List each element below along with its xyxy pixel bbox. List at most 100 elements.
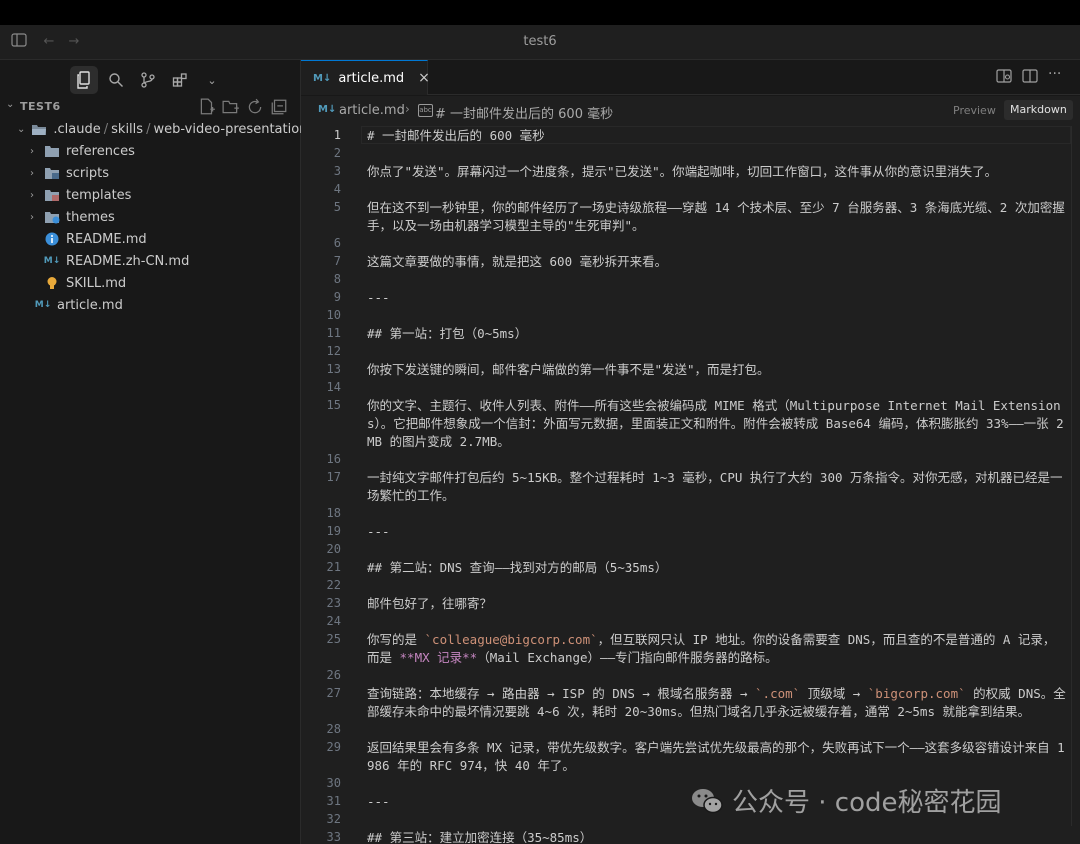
breadcrumb-file[interactable]: article.md (339, 103, 405, 118)
line-number: 9 (333, 290, 341, 304)
editor-line: 你写的是 `colleague@bigcorp.com`，但互联网只认 IP 地… (367, 631, 1067, 667)
path-segment: .claude (53, 121, 101, 137)
markdown-icon: M↓ (313, 72, 332, 84)
new-folder-icon[interactable] (222, 98, 240, 116)
line-number: 3 (333, 164, 341, 178)
split-editor-icon[interactable] (1022, 68, 1038, 84)
editor[interactable]: 1 2 3 4 5 6 7 8 9 10 11 12 13 14 15 16 17 18 19 20 21 22 23 24 2… (301, 124, 1080, 844)
line-number: 1 (333, 128, 341, 142)
editor-line: ## 第三站：建立加密连接（35~85ms） (367, 829, 1067, 844)
tree-item-templates[interactable]: › templates (0, 184, 300, 206)
editor-line: 你的文字、主题行、收件人列表、附件——所有这些会被编码成 MIME 格式（Mul… (367, 397, 1067, 451)
more-actions-icon[interactable]: ··· (1048, 67, 1064, 84)
chevron-right-icon: › (30, 211, 34, 223)
line-text: （Mail Exchange）——专门指向邮件服务器的路标。 (477, 650, 778, 665)
line-number: 6 (333, 236, 341, 250)
editor-line: --- (367, 289, 1067, 307)
tab-article[interactable]: M↓ article.md × (301, 60, 430, 95)
tree-item-label: README.md (66, 231, 147, 247)
editor-line: # 一封邮件发出后的 600 毫秒 (367, 127, 1067, 145)
editor-line: 查询链路：本地缓存 → 路由器 → ISP 的 DNS → 根域名服务器 → `… (367, 685, 1067, 721)
tree-item-readme[interactable]: README.md (0, 228, 300, 250)
line-text: --- (367, 290, 390, 305)
line-text: 你写的是 (367, 632, 425, 647)
line-number: 2 (333, 146, 341, 160)
path-separator: / (103, 121, 109, 137)
line-number: 27 (326, 686, 341, 700)
close-icon[interactable]: × (418, 70, 430, 86)
tree-item-readme-zh[interactable]: M↓ README.zh-CN.md (0, 250, 300, 272)
tree-item-label: article.md (57, 297, 123, 313)
open-preview-icon[interactable] (996, 68, 1012, 84)
tree-item-references[interactable]: › references (0, 140, 300, 162)
new-file-icon[interactable] (198, 98, 216, 116)
wechat-icon (692, 788, 723, 813)
line-number: 12 (326, 344, 341, 358)
line-text: 但在这不到一秒钟里，你的邮件经历了一场史诗级旅程——穿越 14 个技术层、至少 … (367, 200, 1065, 233)
line-number: 5 (333, 200, 341, 214)
line-number: 7 (333, 254, 341, 268)
line-number: 31 (326, 794, 341, 808)
top-bar (0, 0, 1080, 25)
search-icon[interactable] (102, 66, 130, 94)
editor-line: 但在这不到一秒钟里，你的邮件经历了一场史诗级旅程——穿越 14 个技术层、至少 … (367, 199, 1067, 235)
scrollbar[interactable] (1071, 126, 1080, 826)
line-number: 26 (326, 668, 341, 682)
refresh-icon[interactable] (246, 98, 264, 116)
line-number: 21 (326, 560, 341, 574)
line-text: 邮件包好了，往哪寄？ (367, 596, 493, 611)
chevron-right-icon: › (30, 189, 34, 201)
inline-code: `bigcorp.com` (867, 686, 966, 701)
title-bar: ← → test6 (0, 25, 1080, 60)
line-number: 30 (326, 776, 341, 790)
markdown-icon: M↓ (34, 300, 52, 310)
tree-item-label: scripts (66, 165, 109, 181)
source-control-icon[interactable] (134, 66, 162, 94)
line-text: ## 第二站：DNS 查询——找到对方的邮局（5~35ms） (367, 560, 668, 575)
inline-code: `colleague@bigcorp.com` (424, 632, 598, 647)
line-number: 11 (326, 326, 341, 340)
line-text: --- (367, 524, 390, 539)
path-segment: web-video-presentation (153, 121, 308, 137)
line-number: 13 (326, 362, 341, 376)
chevron-right-icon: › (30, 145, 34, 157)
inline-code: `.com` (755, 686, 801, 701)
tree-item-skill[interactable]: SKILL.md (0, 272, 300, 294)
line-number: 19 (326, 524, 341, 538)
collapse-all-icon[interactable] (270, 98, 288, 116)
folder-themes-icon (44, 209, 60, 225)
extensions-icon[interactable] (166, 66, 194, 94)
tree-item-label: themes (66, 209, 115, 225)
line-text: ## 第一站：打包（0~5ms） (367, 326, 528, 341)
markdown-toggle[interactable]: Markdown (1004, 100, 1073, 120)
line-text: 查询链路：本地缓存 → 路由器 → ISP 的 DNS → 根域名服务器 → (367, 686, 756, 701)
breadcrumb-heading[interactable]: # 一封邮件发出后的 600 毫秒 (435, 103, 613, 122)
editor-line: ## 第二站：DNS 查询——找到对方的邮局（5~35ms） (367, 559, 1067, 577)
line-number: 18 (326, 506, 341, 520)
workspace-header[interactable]: ⌄ TEST6 (0, 96, 300, 118)
activity-bar: ⌄ (70, 66, 226, 96)
tree-item-path[interactable]: ⌄ .claude / skills / web-video-presentat… (0, 118, 307, 140)
tree-item-themes[interactable]: › themes (0, 206, 300, 228)
workspace-title: TEST6 (20, 100, 61, 113)
explorer-icon[interactable] (70, 66, 98, 94)
line-number: 17 (326, 470, 341, 484)
watermark: 公众号 · code秘密花园 (690, 782, 1002, 819)
line-number: 10 (326, 308, 341, 322)
editor-actions: ··· (996, 67, 1064, 84)
preview-toggle[interactable]: Preview (953, 104, 996, 117)
watermark-text: 公众号 · code秘密花园 (732, 788, 1002, 818)
markdown-icon: M↓ (43, 256, 61, 266)
line-number: 32 (326, 812, 341, 826)
folder-open-icon (31, 121, 47, 137)
line-number: 22 (326, 578, 341, 592)
workspace-actions (198, 98, 288, 116)
tree-item-label: README.zh-CN.md (66, 253, 190, 269)
bold-text: **MX 记录** (399, 650, 478, 665)
tree-item-label: references (66, 143, 135, 159)
chevron-down-icon[interactable]: ⌄ (198, 66, 226, 94)
editor-line: 你按下发送键的瞬间，邮件客户端做的第一件事不是"发送"，而是打包。 (367, 361, 1067, 379)
tree-item-scripts[interactable]: › scripts (0, 162, 300, 184)
line-text: # 一封邮件发出后的 600 毫秒 (367, 128, 545, 143)
tree-item-article[interactable]: M↓ article.md (0, 294, 300, 316)
